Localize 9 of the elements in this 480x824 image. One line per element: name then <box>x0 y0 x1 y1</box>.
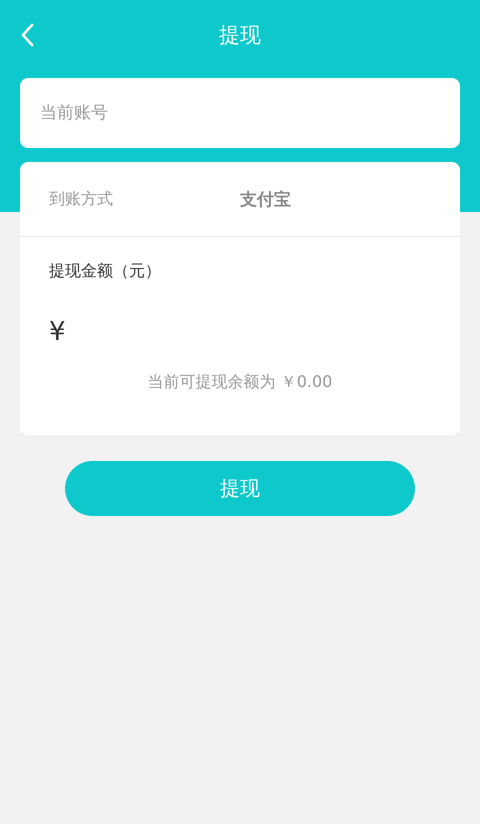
balance-note: 当前可提现余额为 ￥0.00 <box>148 372 332 393</box>
account-field[interactable]: 当前账号 <box>20 78 460 148</box>
amount-label: 提现金额（元） <box>49 261 162 282</box>
back-icon <box>20 23 34 47</box>
method-value: 支付宝 <box>240 188 291 210</box>
withdraw-button[interactable]: 提现 <box>65 461 415 516</box>
page-title: 提现 <box>219 22 261 49</box>
method-label: 到账方式 <box>49 188 114 210</box>
currency-sign: ¥ <box>49 317 66 347</box>
